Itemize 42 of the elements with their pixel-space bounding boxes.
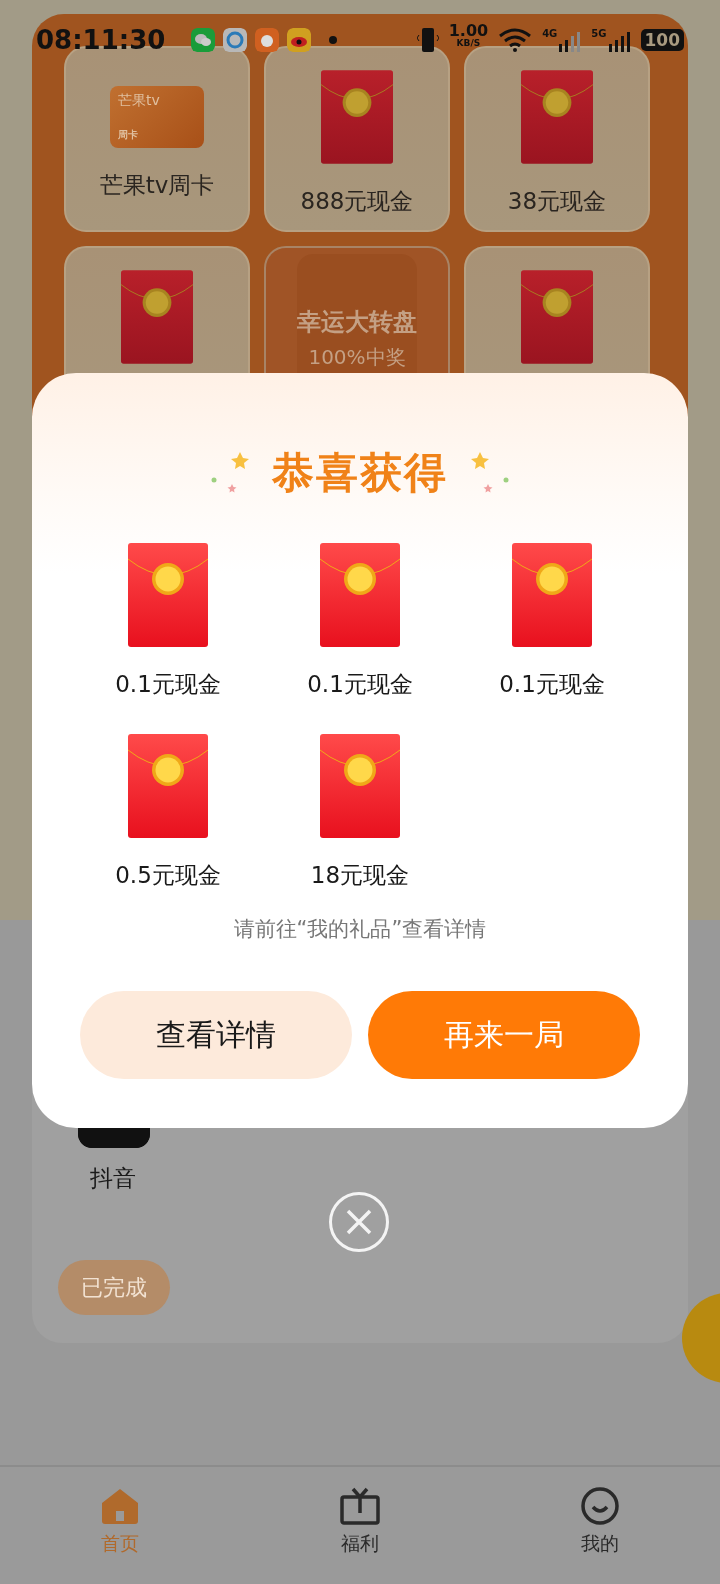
envelope-icon bbox=[521, 70, 593, 164]
notification-dot-icon bbox=[329, 36, 338, 44]
vibrate-icon bbox=[416, 27, 439, 53]
envelope-icon bbox=[321, 70, 393, 164]
network-type: 4G bbox=[542, 28, 558, 39]
prize-label: 38元现金 bbox=[507, 187, 607, 216]
home-icon bbox=[100, 1487, 140, 1525]
prize-label: 0.5元现金 bbox=[115, 861, 221, 890]
tile-subtitle: 100%中奖 bbox=[308, 344, 406, 371]
prize-label: 18元现金 bbox=[310, 861, 410, 890]
prize-label: 芒果tv周卡 bbox=[99, 171, 215, 200]
prize-label: 888元现金 bbox=[300, 187, 414, 216]
envelope-icon bbox=[512, 543, 592, 647]
chat-app-icon bbox=[191, 28, 216, 52]
network-speed: 1.00 bbox=[448, 22, 489, 39]
envelope-icon bbox=[320, 734, 400, 838]
nav-tab[interactable]: 我的 bbox=[480, 1467, 720, 1584]
prize-label: 0.1元现金 bbox=[499, 670, 605, 699]
tile-title: 幸运大转盘 bbox=[297, 307, 417, 338]
prize-tile[interactable]: 888元现金 bbox=[264, 46, 450, 232]
tv-icon bbox=[340, 1487, 380, 1525]
speed-unit: KB/S bbox=[456, 38, 481, 48]
browser-app-icon bbox=[223, 28, 248, 52]
nav-tab[interactable]: 福利 bbox=[240, 1467, 480, 1584]
dialog-title: 恭喜获得 bbox=[272, 447, 448, 499]
envelope-icon bbox=[121, 270, 193, 364]
network-type: 5G bbox=[591, 28, 607, 39]
smiley-icon bbox=[580, 1487, 620, 1525]
battery-indicator: 100 bbox=[640, 29, 684, 51]
envelope-icon bbox=[128, 543, 208, 647]
eye-app-icon bbox=[287, 28, 312, 52]
membership-card-icon: 芒果tv 周卡 bbox=[110, 86, 204, 148]
envelope-icon bbox=[320, 543, 400, 647]
app-name: 抖音 bbox=[90, 1164, 136, 1193]
prize-tile[interactable]: 38元现金 bbox=[464, 46, 650, 232]
wifi-icon bbox=[498, 28, 533, 52]
envelope-icon bbox=[521, 270, 593, 364]
hint-text: 请前往“我的礼品”查看详情 bbox=[233, 916, 487, 943]
prize-label: 0.1元现金 bbox=[307, 670, 413, 699]
prize-label: 0.1元现金 bbox=[115, 670, 221, 699]
envelope-icon bbox=[128, 734, 208, 838]
view-details-button[interactable]: 查看详情 bbox=[80, 991, 352, 1079]
